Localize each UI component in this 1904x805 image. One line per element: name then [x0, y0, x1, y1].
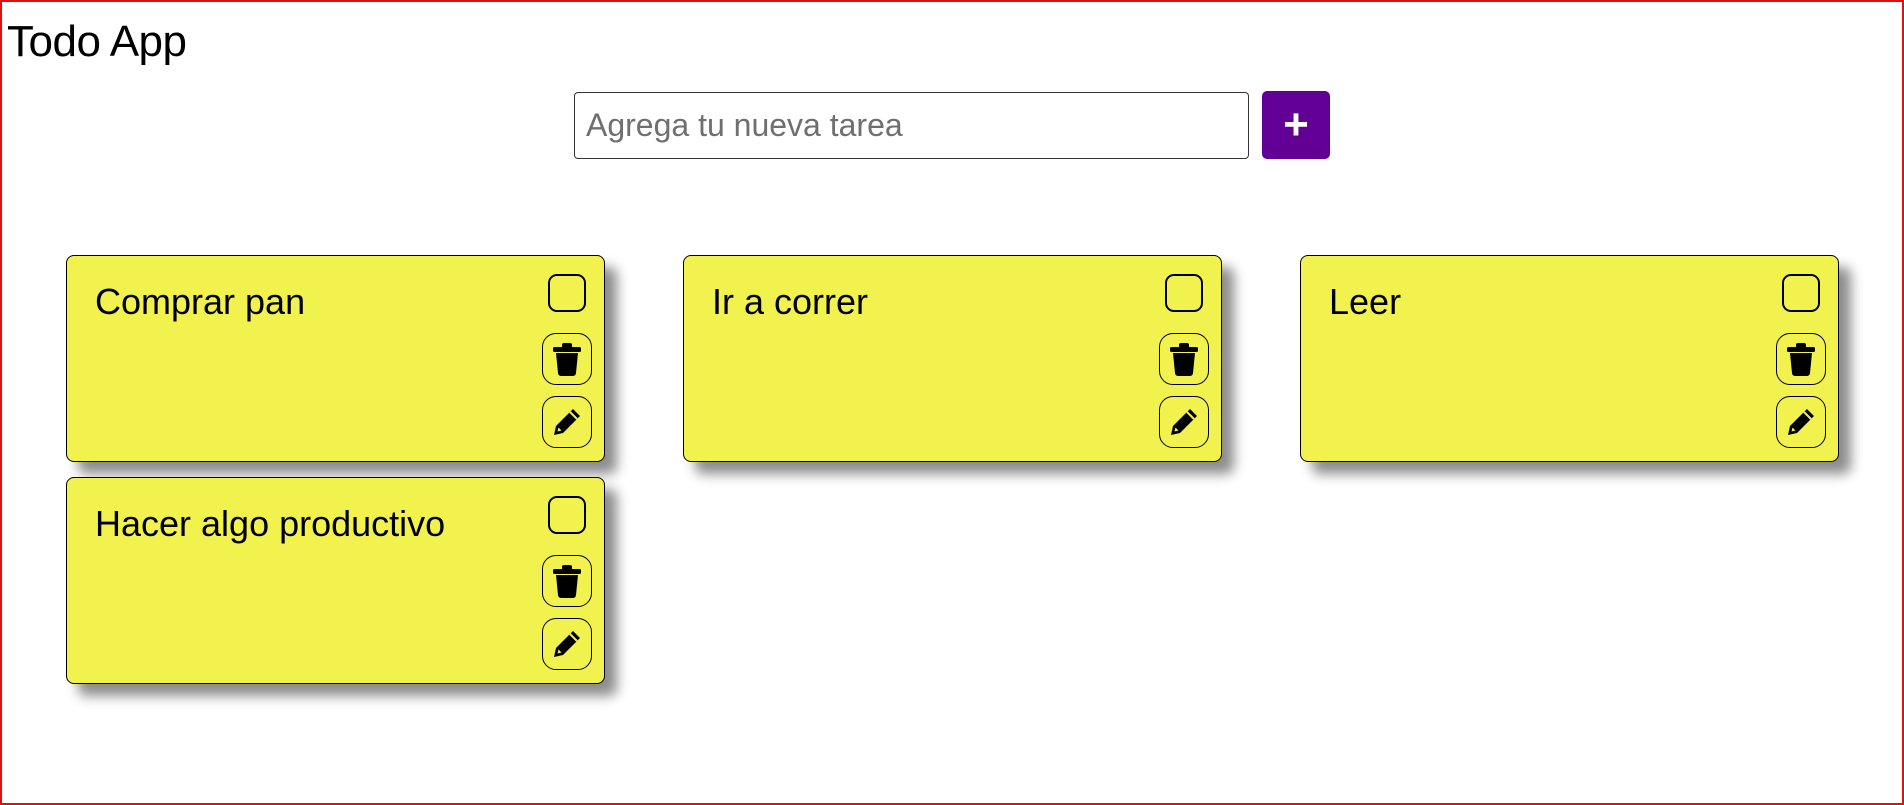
- trash-icon: [553, 343, 581, 376]
- plus-icon: +: [1283, 100, 1309, 149]
- task-text: Leer: [1329, 281, 1402, 322]
- task-text: Ir a correr: [712, 281, 869, 322]
- task-card: Ir a correr: [683, 255, 1222, 462]
- edit-task-button[interactable]: [542, 396, 592, 448]
- task-complete-checkbox[interactable]: [548, 274, 586, 312]
- task-card: Leer: [1300, 255, 1839, 462]
- task-text: Hacer algo productivo: [95, 503, 446, 544]
- edit-task-button[interactable]: [1159, 396, 1209, 448]
- page-title: Todo App: [7, 17, 187, 66]
- add-task-form: +: [574, 91, 1330, 159]
- pencil-icon: [554, 631, 580, 657]
- task-complete-checkbox[interactable]: [1165, 274, 1203, 312]
- task-card: Comprar pan: [66, 255, 605, 462]
- add-task-button[interactable]: +: [1262, 91, 1330, 159]
- pencil-icon: [1788, 409, 1814, 435]
- new-task-input[interactable]: [574, 91, 1249, 159]
- trash-icon: [553, 565, 581, 598]
- delete-task-button[interactable]: [1159, 333, 1209, 385]
- task-text: Comprar pan: [95, 281, 306, 322]
- trash-icon: [1787, 343, 1815, 376]
- delete-task-button[interactable]: [1776, 333, 1826, 385]
- task-complete-checkbox[interactable]: [548, 496, 586, 534]
- task-complete-checkbox[interactable]: [1782, 274, 1820, 312]
- delete-task-button[interactable]: [542, 333, 592, 385]
- pencil-icon: [1171, 409, 1197, 435]
- trash-icon: [1170, 343, 1198, 376]
- edit-task-button[interactable]: [1776, 396, 1826, 448]
- delete-task-button[interactable]: [542, 555, 592, 607]
- pencil-icon: [554, 409, 580, 435]
- task-card: Hacer algo productivo: [66, 477, 605, 684]
- edit-task-button[interactable]: [542, 618, 592, 670]
